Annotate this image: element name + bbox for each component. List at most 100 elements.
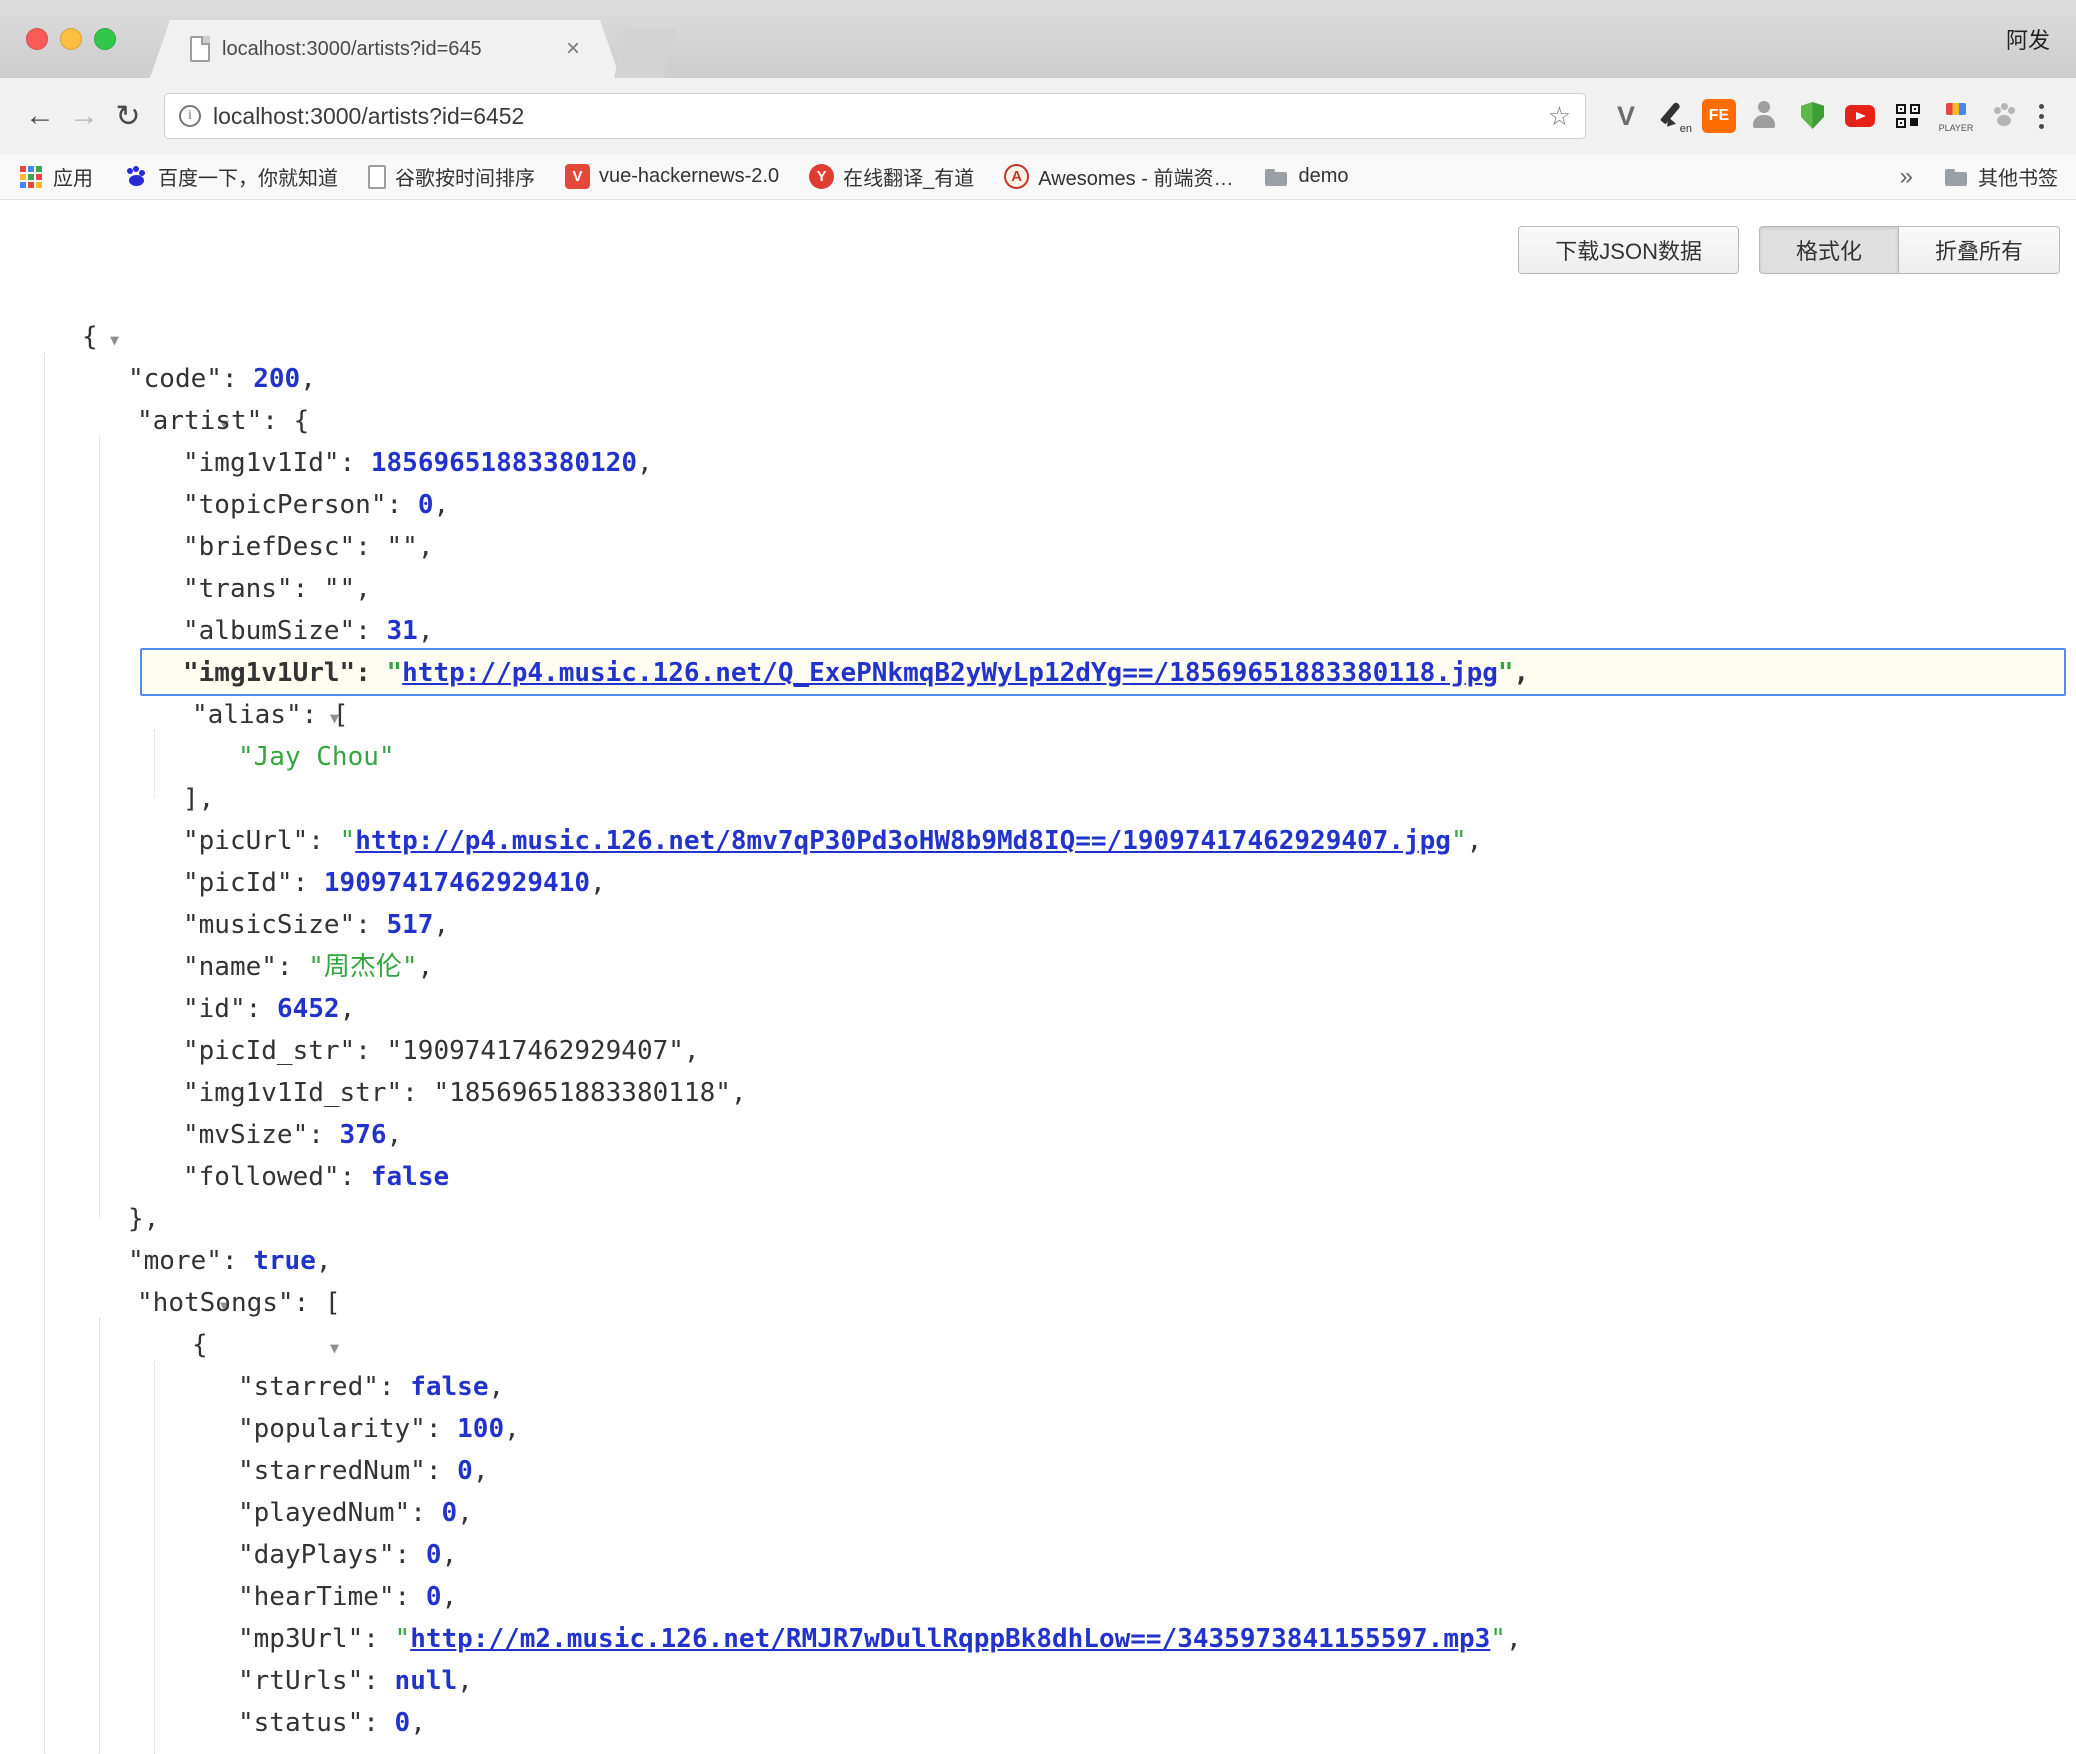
json-token: , [387, 1120, 403, 1150]
json-token: "rtUrls" [238, 1666, 363, 1696]
json-token: : [363, 1708, 394, 1738]
youdao-icon: Y [809, 164, 834, 189]
other-bookmarks-folder[interactable]: 其他书签 [1943, 162, 2058, 191]
collapse-caret-icon[interactable]: ▼ [330, 1339, 339, 1357]
json-url-link[interactable]: http://m2.music.126.net/RMJR7wDullRqppBk… [410, 1624, 1490, 1654]
bookmark-item[interactable]: Y在线翻译_有道 [809, 162, 974, 191]
json-token: "name" [183, 952, 277, 982]
shield-icon[interactable] [1792, 95, 1832, 137]
format-button[interactable]: 格式化 [1759, 226, 1899, 274]
json-line: "starredNum": 0, [0, 1450, 2076, 1492]
bookmarks-list: 应用 百度一下，你就知道 谷歌按时间排序 Vvue-hackernews-2.0 Y在线… [18, 162, 1348, 191]
window-minimize-button[interactable] [60, 28, 82, 50]
json-url-link[interactable]: http://p4.music.126.net/Q_ExePNkmqB2yWyL… [402, 658, 1498, 688]
bookmark-item[interactable]: Vvue-hackernews-2.0 [565, 164, 779, 189]
bookmark-item[interactable]: 应用 [18, 162, 93, 191]
bookmark-item[interactable]: 百度一下，你就知道 [123, 162, 338, 191]
vimium-v-icon[interactable]: V [1606, 95, 1646, 137]
json-token: "musicSize" [183, 910, 355, 940]
site-info-icon[interactable]: i [179, 105, 201, 127]
window-zoom-button[interactable] [94, 28, 116, 50]
json-token: "starred" [238, 1372, 379, 1402]
json-token: , [590, 868, 606, 898]
json-token: : [308, 1120, 339, 1150]
youtube-icon[interactable] [1840, 95, 1880, 137]
json-token: : [387, 490, 418, 520]
json-token: "copyFrom" [238, 1750, 395, 1754]
collapse-caret-icon[interactable]: ▼ [110, 331, 119, 349]
json-token: { [82, 322, 98, 352]
player-icon[interactable]: PLAYER [1936, 95, 1976, 137]
json-line: "mp3Url": "http://m2.music.126.net/RMJR7… [0, 1618, 2076, 1660]
json-token: 100 [457, 1414, 504, 1444]
json-token: [ [325, 1288, 341, 1318]
json-line: "dayPlays": 0, [0, 1534, 2076, 1576]
json-token: " [387, 658, 403, 688]
json-line-highlighted: "img1v1Url": "http://p4.music.126.net/Q_… [0, 652, 2076, 694]
json-token: : [402, 1078, 433, 1108]
person-icon[interactable] [1744, 95, 1784, 137]
json-line: "picUrl": "http://p4.music.126.net/8mv7q… [0, 820, 2076, 862]
bookmark-item[interactable]: 谷歌按时间排序 [368, 162, 535, 191]
json-token: : [262, 406, 293, 436]
reload-icon[interactable]: ↻ [106, 94, 150, 138]
browser-tab[interactable]: localhost:3000/artists?id=645 × [150, 20, 620, 78]
json-token: , [442, 1582, 458, 1612]
new-tab-button[interactable] [614, 28, 676, 78]
window-close-button[interactable] [26, 28, 48, 50]
collapse-all-button[interactable]: 折叠所有 [1899, 226, 2060, 274]
translate-pen-icon[interactable]: en [1654, 95, 1694, 137]
json-token: "status" [238, 1708, 363, 1738]
json-token: 0 [395, 1708, 411, 1738]
json-token: "picId_str" [183, 1036, 355, 1066]
json-token: , [473, 1456, 489, 1486]
json-line: "picId": 19097417462929410, [0, 862, 2076, 904]
json-token: 31 [387, 616, 418, 646]
json-token: 0 [426, 1540, 442, 1570]
json-token: false [371, 1162, 449, 1192]
json-line: "followed": false [0, 1156, 2076, 1198]
json-line: ▼{ [0, 1324, 2076, 1366]
json-token: : [355, 1036, 386, 1066]
json-token: , [442, 1540, 458, 1570]
json-token: : [426, 1414, 457, 1444]
json-line: "musicSize": 517, [0, 904, 2076, 946]
json-token: , [488, 1372, 504, 1402]
tab-title: localhost:3000/artists?id=645 [222, 38, 554, 61]
bookmark-item[interactable]: AAwesomes - 前端资… [1004, 162, 1233, 191]
bookmark-item[interactable]: demo [1263, 164, 1348, 190]
bookmarks-overflow-icon[interactable]: » [1900, 163, 1913, 191]
json-line: "picId_str": "19097417462929407", [0, 1030, 2076, 1072]
bookmark-label: demo [1298, 165, 1348, 188]
bookmark-label: 应用 [53, 162, 93, 191]
extension-icons: VenFE PLAYER [1606, 95, 2024, 137]
browser-menu-icon[interactable] [2024, 95, 2058, 137]
bookmark-star-icon[interactable]: ☆ [1548, 101, 1571, 132]
download-json-button[interactable]: 下载JSON数据 [1518, 226, 1739, 274]
json-token: " [340, 826, 356, 856]
back-icon[interactable]: ← [18, 94, 62, 138]
json-token: , [418, 616, 434, 646]
address-bar[interactable]: i localhost:3000/artists?id=6452 ☆ [164, 93, 1586, 139]
bookmarks-bar: 应用 百度一下，你就知道 谷歌按时间排序 Vvue-hackernews-2.0 Y在线… [0, 154, 2076, 200]
json-token: : [379, 1372, 410, 1402]
json-token: "hotSongs" [137, 1288, 294, 1318]
json-token: , [433, 490, 449, 520]
player-icon-label: PLAYER [1936, 123, 1976, 133]
qrcode-icon[interactable] [1888, 95, 1928, 137]
json-token: " [395, 1624, 411, 1654]
json-token: , [340, 994, 356, 1024]
json-line: "copyFrom": "", [0, 1744, 2076, 1754]
json-token: "artist" [137, 406, 262, 436]
fehelper-icon[interactable]: FE [1702, 99, 1736, 133]
json-url-link[interactable]: http://p4.music.126.net/8mv7qP30Pd3oHW8b… [355, 826, 1451, 856]
v-badge-icon: V [565, 164, 590, 189]
forward-icon[interactable]: → [62, 94, 106, 138]
json-token: , [504, 1414, 520, 1444]
json-token: false [410, 1372, 488, 1402]
page-content: 下载JSON数据 格式化 折叠所有 ▼{"code": 200,▼"artist… [0, 200, 2076, 1753]
json-token: "" [426, 1750, 457, 1754]
paw-icon[interactable] [1984, 95, 2024, 137]
tab-close-icon[interactable]: × [566, 37, 580, 61]
json-token: 0 [426, 1582, 442, 1612]
